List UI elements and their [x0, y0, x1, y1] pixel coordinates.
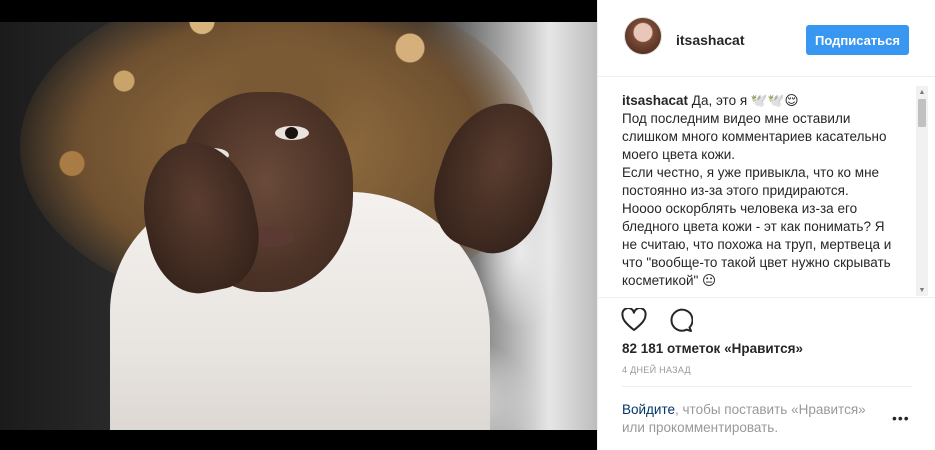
caption-scroll-area[interactable]: itsashacat Да, это я 🕊️🕊️😌 Под последним…: [622, 92, 928, 290]
divider: [622, 386, 912, 387]
avatar[interactable]: [624, 17, 662, 55]
comment-icon[interactable]: [666, 306, 694, 334]
heart-icon[interactable]: [620, 306, 648, 334]
post-side-panel: itsashacat Подписаться itsashacat Да, эт…: [597, 0, 935, 450]
follow-button[interactable]: Подписаться: [806, 25, 909, 55]
login-prompt: Войдите, чтобы поставить «Нравится» или …: [622, 401, 892, 437]
more-options-icon[interactable]: •••: [892, 410, 910, 426]
caption-username[interactable]: itsashacat: [622, 93, 688, 108]
divider: [598, 297, 935, 298]
scroll-thumb[interactable]: [918, 99, 926, 127]
post-timestamp[interactable]: 4 дней назад: [622, 365, 691, 375]
caption-text: Да, это я 🕊️🕊️😌 Под последним видео мне …: [622, 93, 892, 288]
scroll-up-arrow-icon[interactable]: ▲: [916, 86, 928, 98]
login-link[interactable]: Войдите: [622, 402, 675, 417]
header-username[interactable]: itsashacat: [676, 32, 744, 48]
caption-scrollbar[interactable]: ▲ ▼: [916, 86, 928, 296]
caption: itsashacat Да, это я 🕊️🕊️😌 Под последним…: [622, 92, 902, 290]
post-actions: [620, 306, 694, 334]
scroll-down-arrow-icon[interactable]: ▼: [916, 284, 928, 296]
likes-count[interactable]: 82 181 отметок «Нравится»: [622, 341, 803, 356]
post-header: itsashacat Подписаться: [598, 0, 935, 77]
photo-eye-right: [275, 126, 309, 140]
post-photo[interactable]: [0, 22, 597, 430]
